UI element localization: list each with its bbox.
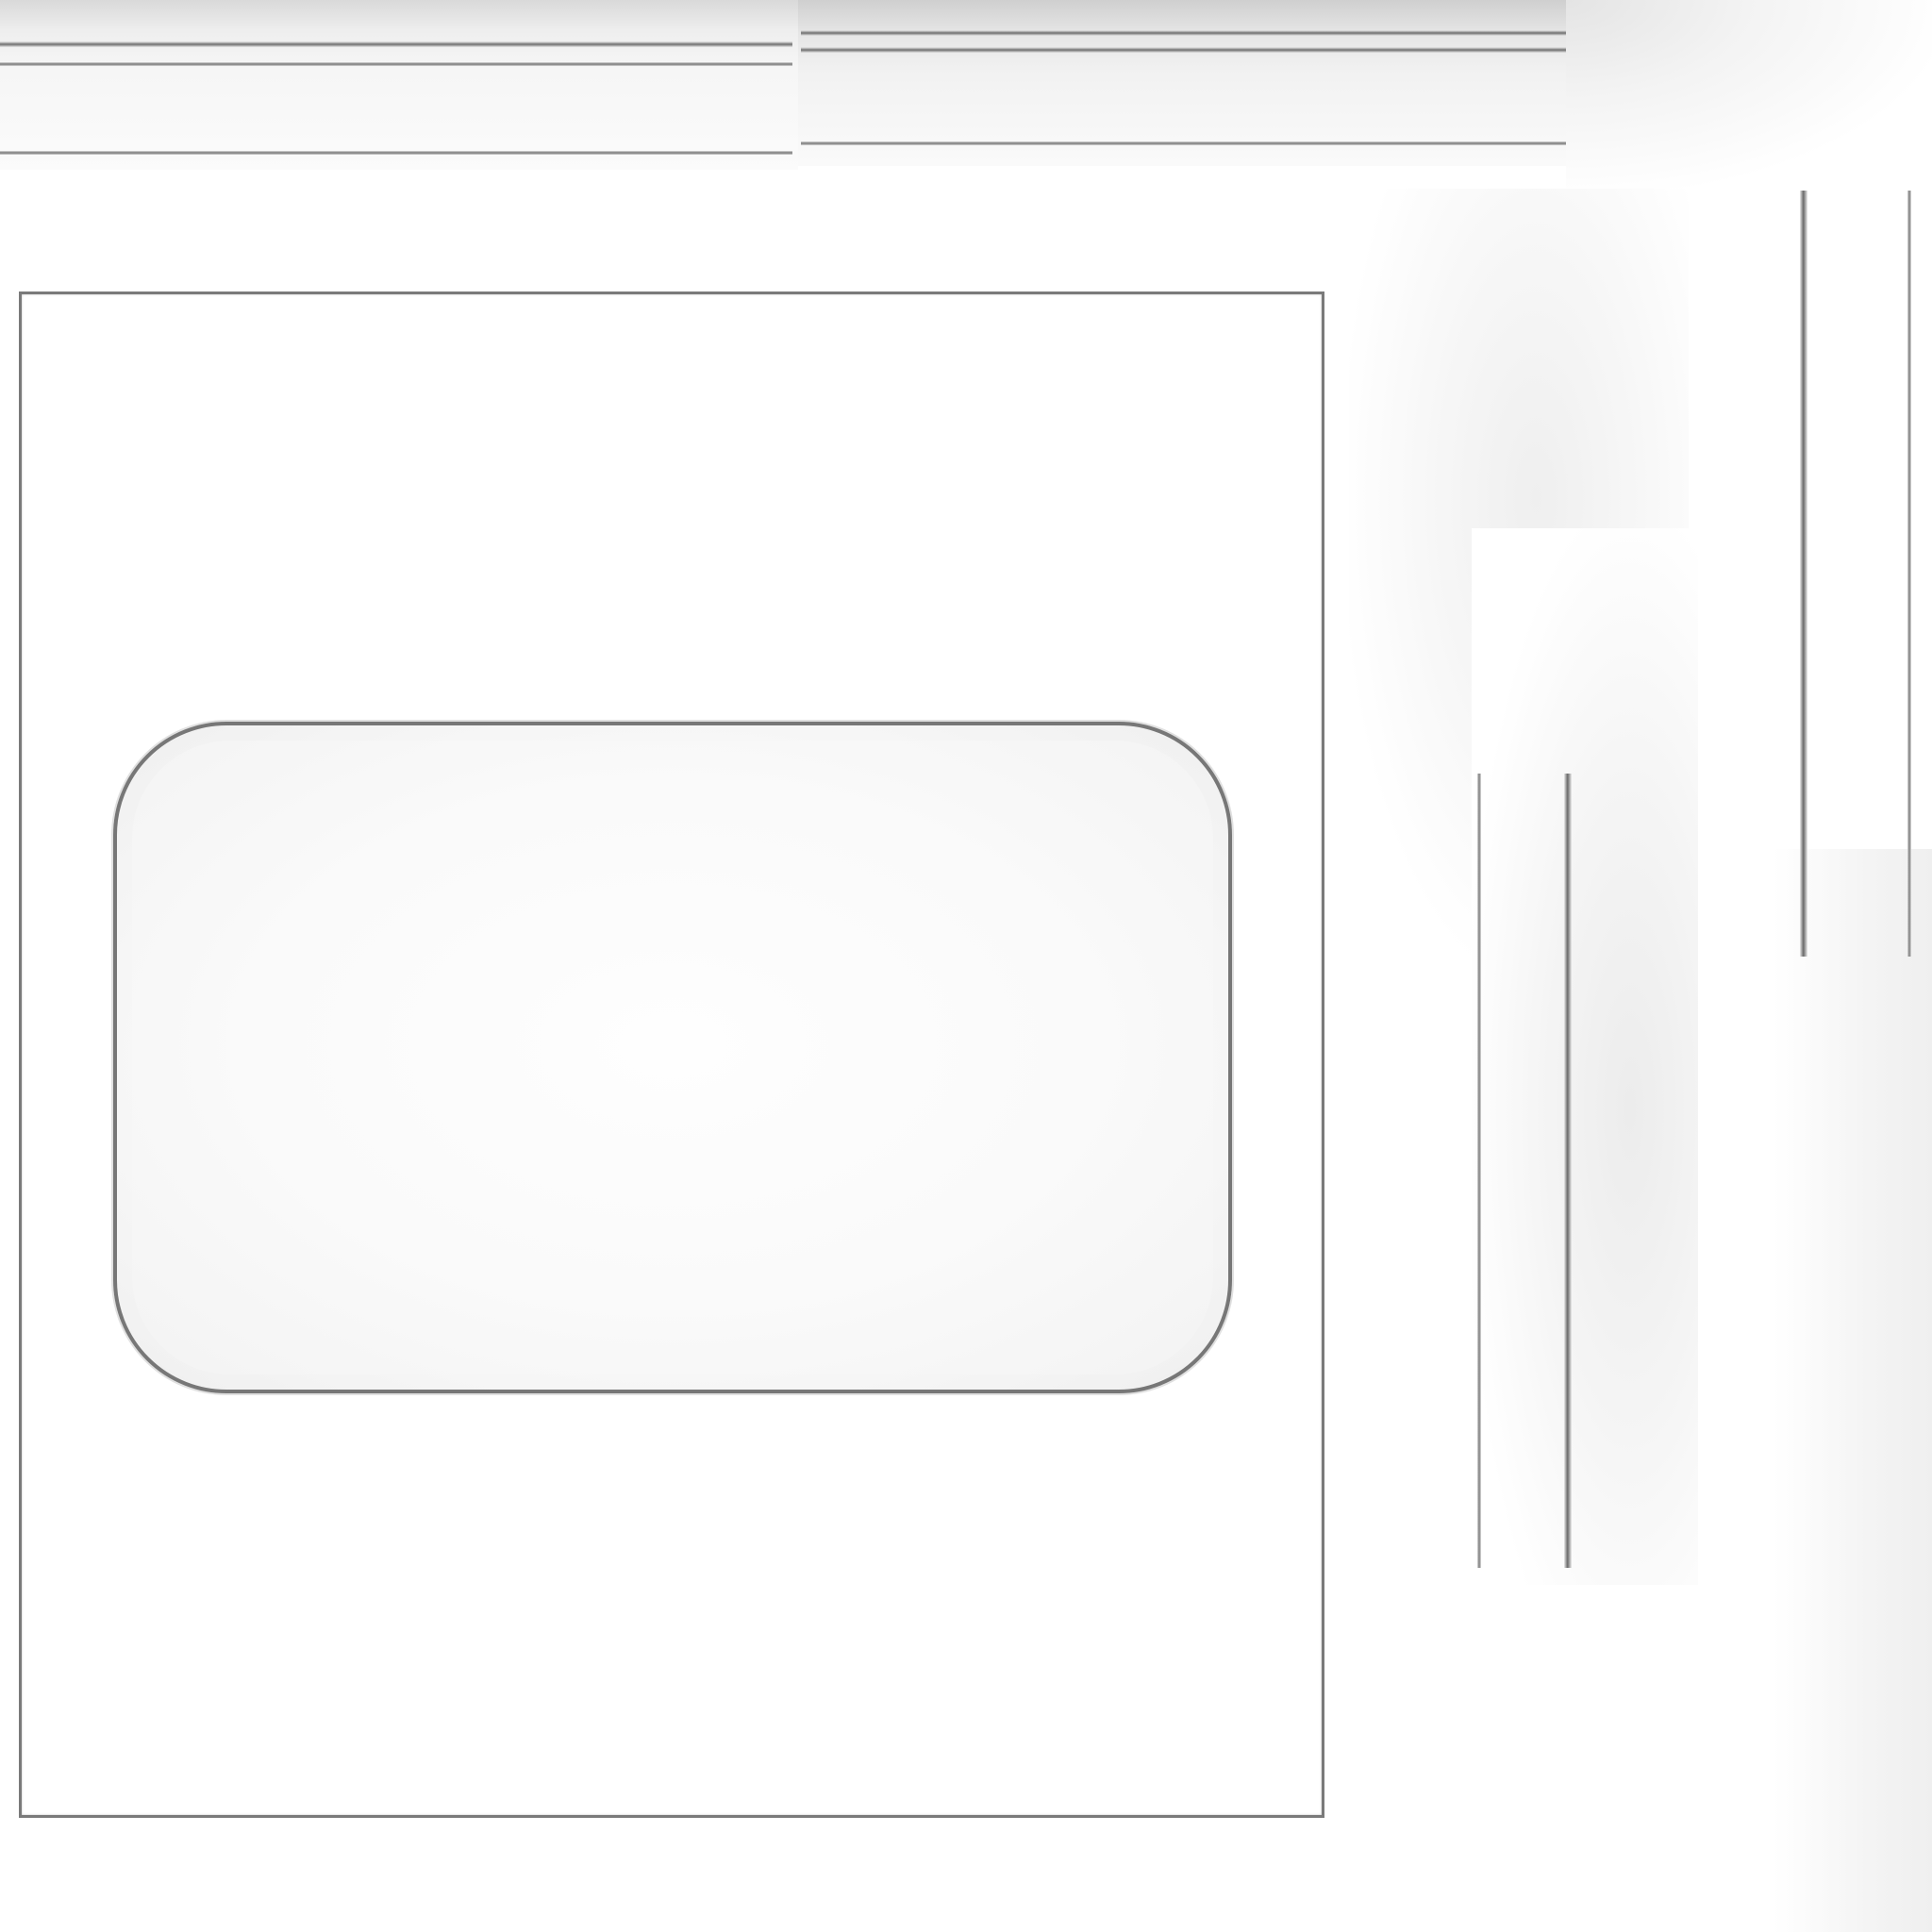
top-right-rail-3 [801, 142, 1566, 145]
top-right-rail-1 [801, 30, 1566, 36]
right-edge-shading [1774, 849, 1932, 1932]
far-right-rail-1 [1800, 191, 1807, 957]
top-left-rail-2 [0, 62, 792, 66]
mid-right-rail-1 [1477, 774, 1481, 1568]
top-left-rail-3 [0, 151, 792, 155]
top-left-rail-1 [0, 42, 792, 47]
top-right-rail-2 [801, 47, 1566, 53]
rendered-scene [0, 0, 1932, 1932]
rounded-window-glass [132, 741, 1213, 1374]
mid-right-rail-2 [1564, 774, 1572, 1568]
far-right-rail-2 [1907, 191, 1911, 957]
right-lower-shading [1472, 528, 1698, 1585]
top-bar-left [0, 0, 798, 170]
top-corner-shading [1566, 0, 1932, 189]
